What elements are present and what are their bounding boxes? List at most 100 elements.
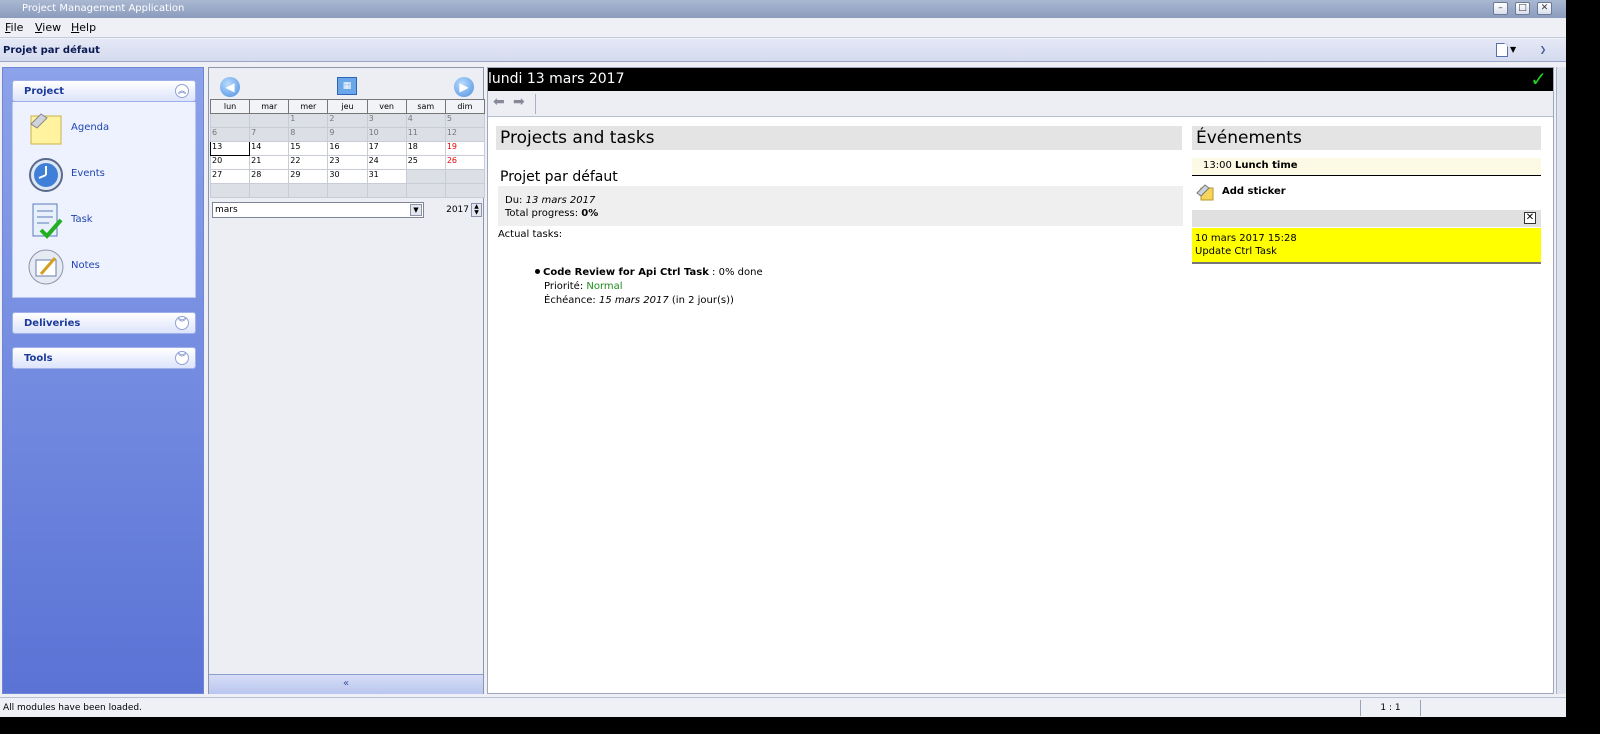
sidebar-item-task[interactable]: Task xyxy=(13,200,197,242)
menu-view[interactable]: View xyxy=(35,21,61,34)
sidebar-item-events[interactable]: Events xyxy=(13,154,197,196)
progress-value: 0% xyxy=(581,208,599,219)
calendar-day[interactable]: 6 xyxy=(209,127,251,142)
calendar-day xyxy=(288,183,329,198)
calendar-day[interactable]: 7 xyxy=(249,127,290,142)
collapse-calendar-button[interactable]: « xyxy=(209,674,483,694)
calendar-day[interactable] xyxy=(249,113,290,128)
bullet-icon xyxy=(535,269,540,274)
calendar-day[interactable]: 1 xyxy=(288,113,329,128)
menu-file[interactable]: File xyxy=(5,21,23,34)
close-button[interactable]: ✕ xyxy=(1537,2,1552,15)
sidebar-section-tools[interactable]: Tools ︾ xyxy=(12,347,196,369)
calendar-day[interactable]: 20 xyxy=(209,155,251,170)
toolbar-separator xyxy=(535,94,536,114)
sidebar-item-label: Events xyxy=(71,168,105,179)
weekday-header: mar xyxy=(249,99,290,114)
calendar-day[interactable]: 30 xyxy=(327,169,368,184)
application-window: Project Management Application – □ ✕ Fil… xyxy=(0,0,1566,734)
calendar-day[interactable]: 4 xyxy=(405,113,446,128)
project-progress-line: Total progress: 0% xyxy=(505,207,1183,220)
calendar-nav: ◀ ▦ ▶ xyxy=(209,68,483,100)
calendar-day[interactable]: 21 xyxy=(249,155,290,170)
calendar-day[interactable]: 2 xyxy=(327,113,368,128)
task-due-line: Échéance: 15 mars 2017 (in 2 jour(s)) xyxy=(535,294,763,308)
calendar-day[interactable]: 28 xyxy=(249,169,290,184)
calendar-day[interactable]: 11 xyxy=(405,127,446,142)
month-select[interactable]: mars ▼ xyxy=(212,202,424,218)
month-value: mars xyxy=(215,205,238,215)
calendar-day[interactable] xyxy=(209,113,251,128)
main-content: lundi 13 mars 2017 ✓ ⬅ ➡ Projects and ta… xyxy=(487,67,1554,694)
sticker-note[interactable]: 10 mars 2017 15:28 Update Ctrl Task xyxy=(1192,228,1541,264)
weekday-header: dim xyxy=(444,99,486,114)
add-sticker-label: Add sticker xyxy=(1222,186,1286,197)
calendar-day[interactable]: 9 xyxy=(327,127,368,142)
new-document-icon[interactable] xyxy=(1496,43,1508,57)
calendar-day[interactable]: 31 xyxy=(366,169,407,184)
sticker-icon xyxy=(1196,184,1214,201)
sidebar-item-agenda[interactable]: Agenda xyxy=(13,108,197,150)
event-row[interactable]: 13:00 Lunch time xyxy=(1192,158,1541,176)
sidebar-item-notes[interactable]: Notes xyxy=(13,246,197,288)
calendar-day xyxy=(249,183,290,198)
notepad-icon xyxy=(28,249,64,285)
calendar-day[interactable]: 26 xyxy=(444,155,486,170)
task-entry[interactable]: Code Review for Api Ctrl Task : 0% done … xyxy=(535,266,763,308)
chevron-down-icon[interactable]: ︾ xyxy=(175,351,189,365)
calendar-day[interactable]: 3 xyxy=(366,113,407,128)
calendar-day xyxy=(405,183,446,198)
calendar-day[interactable]: 29 xyxy=(288,169,329,184)
menu-bar: File View Help xyxy=(0,18,1566,38)
calendar-day xyxy=(327,183,368,198)
calendar-day[interactable]: 24 xyxy=(366,155,407,170)
sidebar: Project ︽ Agenda Events Task Notes Deliv… xyxy=(2,67,204,694)
calendar-day[interactable]: 22 xyxy=(288,155,329,170)
checkmark-icon[interactable]: ✓ xyxy=(1530,67,1547,91)
calendar-day[interactable]: 14 xyxy=(249,141,290,156)
calendar-day-today[interactable]: 13 xyxy=(209,141,251,156)
menu-help[interactable]: Help xyxy=(71,21,96,34)
forward-arrow-icon[interactable]: ➡ xyxy=(513,94,525,110)
calendar-day xyxy=(405,169,446,184)
previous-month-icon[interactable]: ◀ xyxy=(220,77,240,97)
add-sticker-button[interactable]: Add sticker xyxy=(1196,184,1496,204)
collapse-toolbar-icon[interactable]: ❯ xyxy=(1536,43,1550,57)
calendar-day[interactable]: 25 xyxy=(405,155,446,170)
chevron-down-icon[interactable]: ▼ xyxy=(410,204,422,216)
projects-section-title: Projects and tasks xyxy=(496,126,1182,150)
calendar-panel: ◀ ▦ ▶ lun mar mer jeu ven sam dim 1 2 3 … xyxy=(208,67,486,694)
task-name[interactable]: Code Review for Api Ctrl Task xyxy=(543,267,709,278)
sticker-text: Update Ctrl Task xyxy=(1195,246,1277,257)
calendar-day[interactable]: 16 xyxy=(327,141,368,156)
sidebar-section-project[interactable]: Project ︽ xyxy=(12,80,196,102)
back-arrow-icon[interactable]: ⬅ xyxy=(493,94,505,110)
calendar-day[interactable]: 23 xyxy=(327,155,368,170)
chevron-down-icon[interactable]: ▼ xyxy=(1510,45,1516,54)
calendar-day[interactable]: 18 xyxy=(405,141,446,156)
sidebar-section-deliveries[interactable]: Deliveries ︾ xyxy=(12,312,196,334)
calendar-day[interactable]: 17 xyxy=(366,141,407,156)
calendar-day[interactable]: 19 xyxy=(444,141,486,156)
minimize-button[interactable]: – xyxy=(1493,2,1508,15)
calendar-day xyxy=(366,183,407,198)
sticker-header: ✕ xyxy=(1192,210,1541,227)
calendar-day[interactable]: 27 xyxy=(209,169,251,184)
spinner-arrows-icon[interactable]: ▲ ▼ xyxy=(471,203,482,217)
year-spinner[interactable]: 2017 ▲ ▼ xyxy=(435,202,483,218)
events-section-title: Événements xyxy=(1192,126,1541,150)
calendar-day[interactable]: 12 xyxy=(444,127,486,142)
calendar-day[interactable]: 10 xyxy=(366,127,407,142)
next-month-icon[interactable]: ▶ xyxy=(454,77,474,97)
calendar-day[interactable]: 15 xyxy=(288,141,329,156)
close-sticker-button[interactable]: ✕ xyxy=(1524,212,1536,224)
chevron-up-icon[interactable]: ︽ xyxy=(175,84,189,98)
today-icon[interactable]: ▦ xyxy=(337,77,357,95)
maximize-button[interactable]: □ xyxy=(1515,2,1530,15)
calendar-day xyxy=(444,183,486,198)
chevron-down-icon[interactable]: ︾ xyxy=(175,316,189,330)
calendar-day[interactable]: 5 xyxy=(444,113,486,128)
calendar-day[interactable]: 8 xyxy=(288,127,329,142)
vertical-scrollbar[interactable] xyxy=(1556,67,1566,694)
start-label: Du: xyxy=(505,195,523,206)
